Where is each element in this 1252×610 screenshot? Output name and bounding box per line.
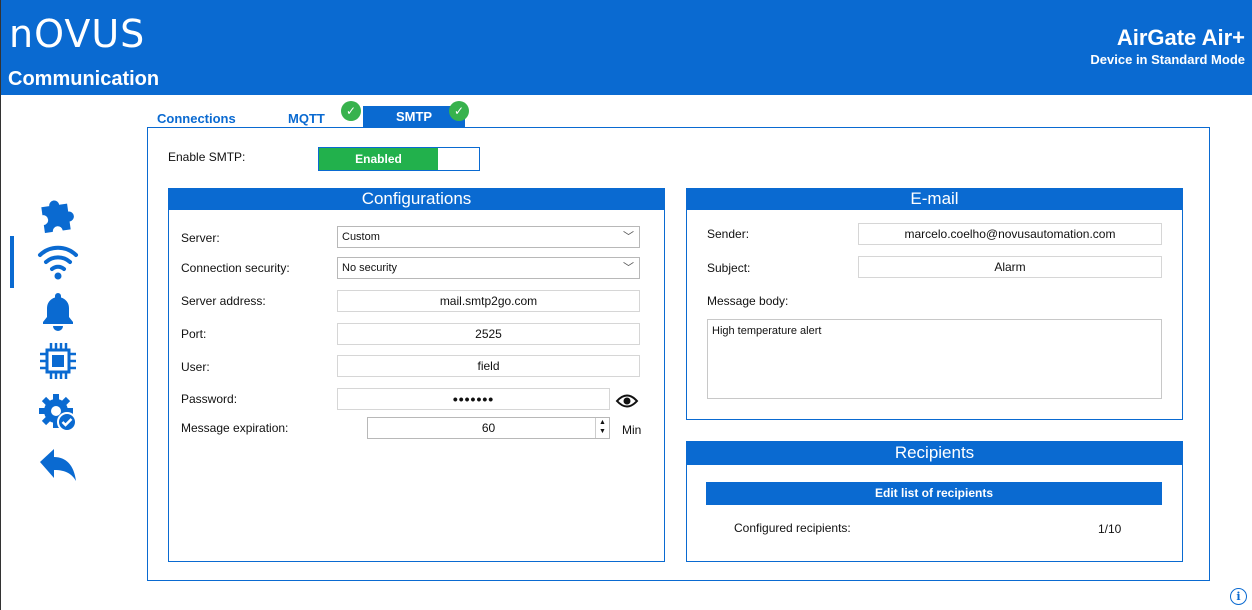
chip-icon <box>40 343 76 379</box>
expiration-spinner[interactable]: ▲ ▼ <box>595 418 609 438</box>
message-body-label: Message body: <box>707 294 789 308</box>
recipients-title: Recipients <box>686 441 1183 465</box>
spinner-up-icon[interactable]: ▲ <box>596 418 609 427</box>
message-expiration-value: 60 <box>481 421 496 435</box>
sender-label: Sender: <box>707 227 750 241</box>
expiration-unit: Min <box>622 423 642 437</box>
port-label: Port: <box>181 327 207 341</box>
wifi-icon <box>38 245 78 280</box>
enable-smtp-toggle-label: Enabled <box>319 148 438 170</box>
edit-recipients-button[interactable]: Edit list of recipients <box>706 482 1162 505</box>
app-window: nOVUS Communication AirGate Air+ Device … <box>0 0 1252 610</box>
novus-logo: nOVUS <box>9 12 146 56</box>
device-mode: Device in Standard Mode <box>1090 52 1245 67</box>
spinner-down-icon[interactable]: ▼ <box>596 427 609 436</box>
server-label: Server: <box>181 231 220 245</box>
server-select-value: Custom <box>342 231 380 243</box>
chevron-down-icon: ﹀ <box>623 231 634 243</box>
back-arrow-icon <box>40 449 76 481</box>
connection-security-value: No security <box>342 262 398 274</box>
sidebar-item-settings[interactable] <box>33 390 83 436</box>
sidebar-item-device[interactable] <box>33 338 83 384</box>
bell-icon <box>43 293 73 331</box>
enable-smtp-label: Enable SMTP: <box>168 150 246 164</box>
header-bar: nOVUS Communication AirGate Air+ Device … <box>1 0 1252 95</box>
smtp-check-icon: ✓ <box>449 101 469 121</box>
message-expiration-input[interactable]: 60 <box>367 417 610 439</box>
password-label: Password: <box>181 392 238 406</box>
message-expiration-label: Message expiration: <box>181 421 289 435</box>
gear-check-icon <box>39 394 77 432</box>
configured-recipients-label: Configured recipients: <box>734 521 851 535</box>
subject-input[interactable]: Alarm <box>858 256 1162 278</box>
puzzle-icon <box>41 200 74 233</box>
port-input[interactable]: 2525 <box>337 323 640 345</box>
user-input[interactable]: field <box>337 355 640 377</box>
enable-smtp-toggle[interactable]: Enabled <box>318 147 480 171</box>
user-label: User: <box>181 360 210 374</box>
info-icon[interactable]: i <box>1230 588 1247 605</box>
sender-input[interactable]: marcelo.coelho@novusautomation.com <box>858 223 1162 245</box>
configurations-title: Configurations <box>168 188 665 210</box>
sidebar-item-puzzle[interactable] <box>33 188 83 234</box>
sidebar-active-indicator <box>10 236 14 288</box>
sidebar-item-wifi[interactable] <box>33 238 83 284</box>
server-address-label: Server address: <box>181 294 266 308</box>
show-password-eye-icon[interactable] <box>615 392 639 410</box>
chevron-down-icon: ﹀ <box>623 262 634 274</box>
sidebar-item-back[interactable] <box>33 443 83 489</box>
email-title: E-mail <box>686 188 1183 210</box>
mqtt-check-icon: ✓ <box>341 101 361 121</box>
password-input[interactable]: ••••••• <box>337 388 610 410</box>
device-name: AirGate Air+ <box>1116 25 1245 50</box>
server-address-input[interactable]: mail.smtp2go.com <box>337 290 640 312</box>
connection-security-label: Connection security: <box>181 261 290 275</box>
configured-recipients-count: 1/10 <box>1098 522 1122 536</box>
connection-security-select[interactable]: No security ﹀ <box>337 257 640 279</box>
server-select[interactable]: Custom ﹀ <box>337 226 640 248</box>
sidebar-item-alarms[interactable] <box>33 288 83 334</box>
message-body-textarea[interactable]: High temperature alert <box>707 319 1162 399</box>
page-title: Communication <box>8 68 160 90</box>
subject-label: Subject: <box>707 261 751 275</box>
